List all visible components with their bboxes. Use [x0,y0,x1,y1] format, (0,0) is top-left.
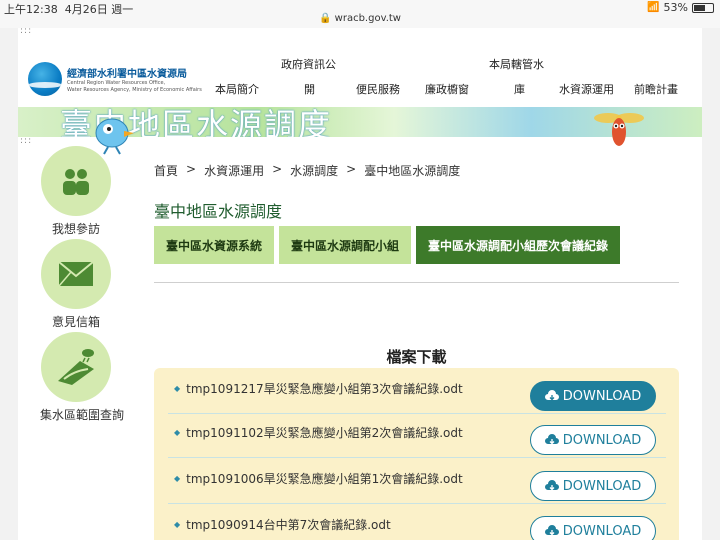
url-text: wracb.gov.tw [334,13,401,24]
tab-dispatch-group[interactable]: 臺中區水源調配小組 [279,226,412,264]
page: ::: 經濟部水利署中區水資源局 Central Region Water Re… [18,26,702,540]
download-button-label: DOWNLOAD [562,388,642,404]
tab-bar: 臺中區水資源系統 臺中區水源調配小組 臺中區水源調配小組歷次會議紀錄 [154,226,621,264]
dots-icon: ::: [20,26,33,36]
list-item: tmp1090914台中第7次會議紀錄.odt DOWNLOAD [168,506,666,540]
logo-en-line1: Central Region Water Resources Office, [67,79,166,86]
breadcrumb-separator-icon: > [272,162,283,176]
breadcrumb-current: 臺中地區水源調度 [364,164,461,178]
status-indicators: 📶 53% [647,1,714,14]
nav-item-forward[interactable]: 前瞻計畫 [634,81,678,97]
nav-item-gov-info-top[interactable]: 政府資訊公 [281,56,336,72]
nav-item-reservoir-top[interactable]: 本局轄管水 [489,56,544,72]
watershed-icon [58,349,94,385]
nav-item-services[interactable]: 便民服務 [356,81,400,97]
download-button-label: DOWNLOAD [562,478,642,494]
logo-name: 經濟部水利署中區水資源局 [67,68,187,80]
side-link-visit-label: 我想參訪 [51,222,100,236]
nav-item-integrity[interactable]: 廉政櫥窗 [425,81,469,97]
nav-item-water-use[interactable]: 水資源運用 [559,81,614,97]
nav-item-about[interactable]: 本局簡介 [215,81,259,97]
cloud-download-icon [544,480,559,491]
download-list: tmp1091217旱災緊急應變小組第3次會議紀錄.odt DOWNLOAD t… [154,368,679,540]
nav-item-gov-info[interactable]: 開 [304,81,315,97]
logo-en-line2: Water Resources Agency, Ministry of Econ… [67,86,202,93]
file-name: tmp1091006旱災緊急應變小組第1次會議紀錄.odt [174,470,463,487]
status-bar: 上午12:38 4月26日 週一 🔒 wracb.gov.tw 📶 53% [0,0,720,28]
side-link-mailbox[interactable]: 意見信箱 [40,239,112,330]
list-item: tmp1091217旱災緊急應變小組第3次會議紀錄.odt DOWNLOAD [168,370,666,414]
battery-percent: 53% [663,1,688,14]
logo-water-icon [28,62,62,96]
breadcrumb-water-use[interactable]: 水資源運用 [204,162,264,179]
tab-water-system[interactable]: 臺中區水資源系統 [154,226,275,264]
people-icon [63,169,89,195]
divider [154,282,679,283]
download-button-label: DOWNLOAD [562,432,642,448]
download-button[interactable]: DOWNLOAD [530,381,656,411]
download-button[interactable]: DOWNLOAD [530,471,656,501]
mail-icon [58,261,94,287]
file-name: tmp1090914台中第7次會議紀錄.odt [174,516,391,533]
cloud-download-icon [544,390,559,401]
download-button-label: DOWNLOAD [562,523,642,539]
site-logo[interactable]: 經濟部水利署中區水資源局 Central Region Water Resour… [28,62,202,96]
list-item: tmp1091102旱災緊急應變小組第2次會議紀錄.odt DOWNLOAD [168,414,666,458]
download-section-title: 檔案下載 [386,348,447,366]
cloud-download-icon [544,434,559,445]
wifi-icon: 📶 [647,2,660,13]
file-name: tmp1091102旱災緊急應變小組第2次會議紀錄.odt [174,424,463,441]
download-button[interactable]: DOWNLOAD [530,425,656,455]
side-link-mailbox-label: 意見信箱 [51,315,100,329]
address-bar[interactable]: 🔒 wracb.gov.tw [0,13,720,24]
download-button[interactable]: DOWNLOAD [530,516,656,540]
breadcrumb-home[interactable]: 首頁 [154,162,178,179]
breadcrumb: 首頁 > 水資源運用 > 水源調度 > 臺中地區水源調度 [154,162,460,179]
file-name: tmp1091217旱災緊急應變小組第3次會議紀錄.odt [174,380,463,397]
tab-meeting-records[interactable]: 臺中區水源調配小組歷次會議紀錄 [416,226,621,264]
battery-icon [692,2,714,13]
breadcrumb-separator-icon: > [346,162,357,176]
side-link-watershed-label: 集水區範圍查詢 [40,408,125,422]
cloud-download-icon [544,525,559,536]
list-item: tmp1091006旱災緊急應變小組第1次會議紀錄.odt DOWNLOAD [168,460,666,504]
breadcrumb-dispatch[interactable]: 水源調度 [290,162,338,179]
dots-icon-2: ::: [20,136,33,146]
dragonfly-mascot-icon [594,113,644,146]
nav-item-reservoir[interactable]: 庫 [514,81,525,97]
breadcrumb-separator-icon: > [186,162,197,176]
side-link-watershed[interactable]: 集水區範圍查詢 [40,332,125,423]
page-title: 臺中地區水源調度 [154,202,283,221]
side-link-visit[interactable]: 我想參訪 [40,146,112,237]
